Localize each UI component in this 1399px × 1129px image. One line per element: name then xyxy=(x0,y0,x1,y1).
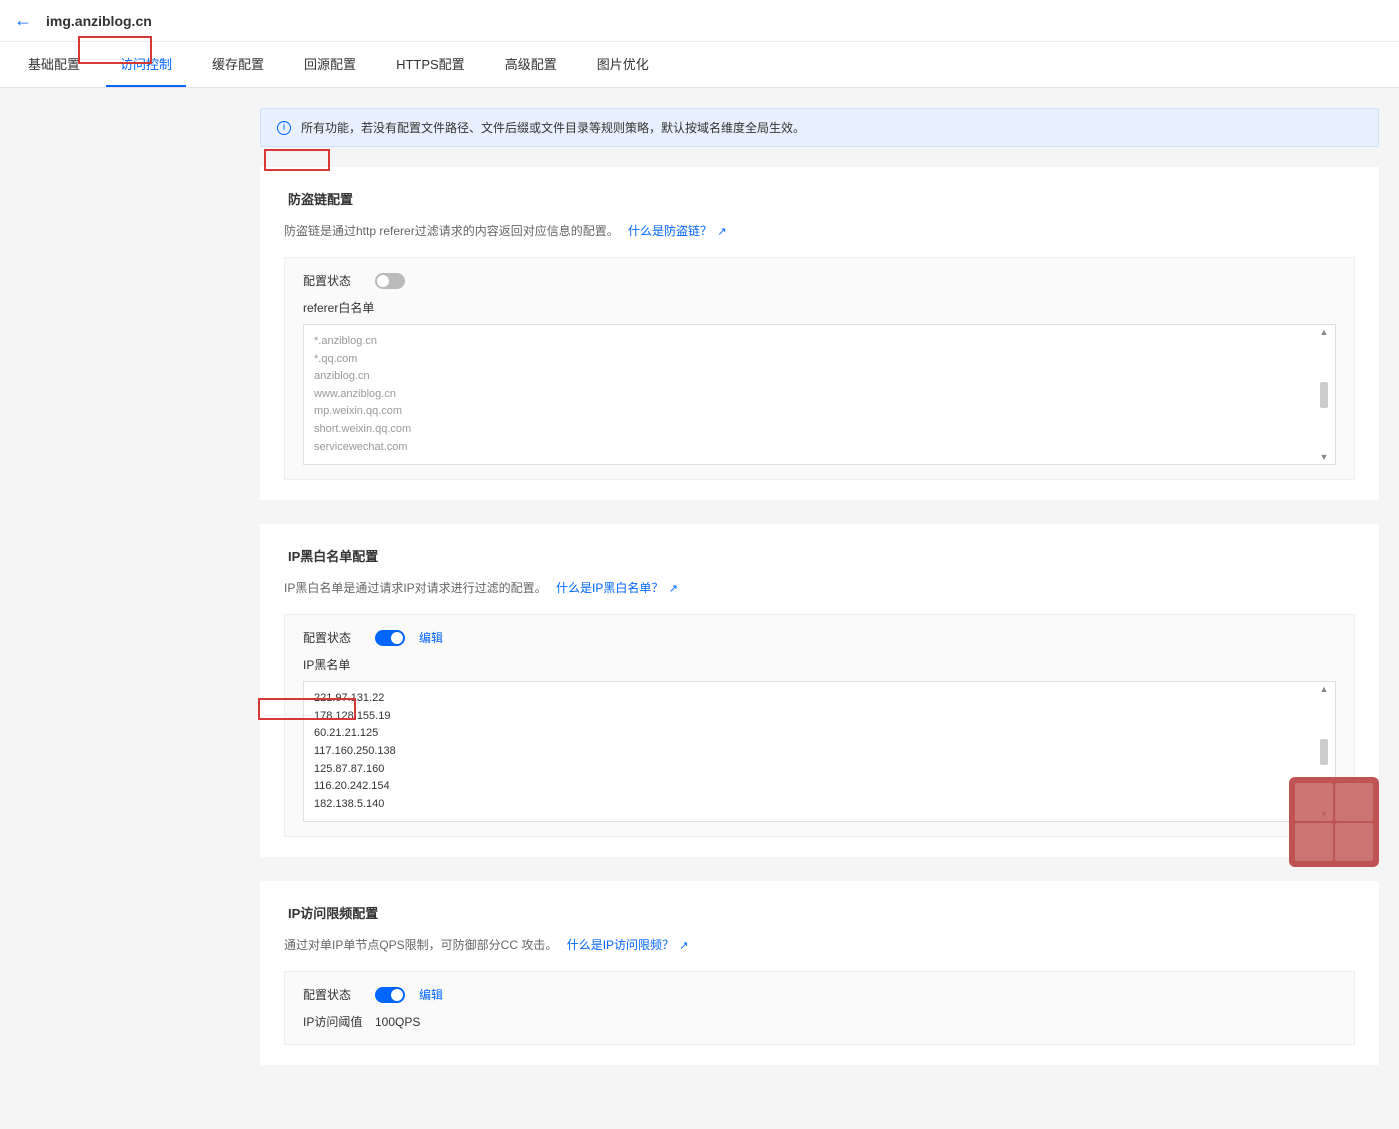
ipbw-edit-link[interactable]: 编辑 xyxy=(419,629,443,646)
scroll-up-icon[interactable]: ▲ xyxy=(1320,682,1329,696)
config-tabs: 基础配置 访问控制 缓存配置 回源配置 HTTPS配置 高级配置 图片优化 xyxy=(0,42,1399,88)
ratelimit-edit-link[interactable]: 编辑 xyxy=(419,986,443,1003)
watermark-seal xyxy=(1289,777,1379,867)
tab-basic[interactable]: 基础配置 xyxy=(14,42,94,87)
ip-blacklist-box[interactable]: 221.97.131.22 178.128.155.19 60.21.21.12… xyxy=(303,681,1336,822)
hotlink-toggle[interactable] xyxy=(375,273,405,289)
scroll-thumb[interactable] xyxy=(1320,739,1328,765)
ratelimit-status-label: 配置状态 xyxy=(303,986,375,1003)
list-item: 60.21.21.125 xyxy=(314,725,1325,743)
ratelimit-desc: 通过对单IP单节点QPS限制，可防御部分CC 攻击。 什么是IP访问限频？ ↗ xyxy=(284,936,1355,953)
scroll-up-icon[interactable]: ▲ xyxy=(1320,325,1329,339)
external-link-icon: ↗ xyxy=(669,583,678,595)
ratelimit-panel: 配置状态 编辑 IP访问阈值 100QPS xyxy=(284,971,1355,1045)
external-link-icon: ↗ xyxy=(679,940,688,952)
threshold-value: 100QPS xyxy=(375,1015,420,1029)
hotlink-help-link[interactable]: 什么是防盗链？ xyxy=(628,224,712,238)
global-notice: i 所有功能，若没有配置文件路径、文件后缀或文件目录等规则策略，默认按域名维度全… xyxy=(260,108,1379,147)
list-item: 182.138.5.140 xyxy=(314,796,1325,814)
hotlink-sublabel: referer白名单 xyxy=(303,299,1336,316)
referer-whitelist-box[interactable]: *.anziblog.cn *.qq.com anziblog.cn www.a… xyxy=(303,324,1336,465)
list-item: www.anziblog.cn xyxy=(314,386,1325,404)
list-item: *.anziblog.cn xyxy=(314,333,1325,351)
tab-advanced[interactable]: 高级配置 xyxy=(491,42,571,87)
tab-image[interactable]: 图片优化 xyxy=(583,42,663,87)
list-item: mp.weixin.qq.com xyxy=(314,403,1325,421)
tab-origin[interactable]: 回源配置 xyxy=(290,42,370,87)
ipbw-help-link[interactable]: 什么是IP黑白名单？ xyxy=(556,581,663,595)
domain-title: img.anziblog.cn xyxy=(46,13,152,29)
ratelimit-title: IP访问限频配置 xyxy=(284,901,382,924)
ratelimit-help-link[interactable]: 什么是IP访问限频？ xyxy=(567,938,674,952)
list-item: servicewechat.com xyxy=(314,439,1325,457)
tab-cache[interactable]: 缓存配置 xyxy=(198,42,278,87)
ipbw-panel: 配置状态 编辑 IP黑名单 221.97.131.22 178.128.155.… xyxy=(284,614,1355,837)
scrollbar[interactable]: ▲ ▼ xyxy=(1317,325,1331,464)
back-arrow-icon[interactable]: ← xyxy=(14,10,32,31)
list-item: 116.20.242.154 xyxy=(314,778,1325,796)
list-item: *.qq.com xyxy=(314,351,1325,369)
list-item: 178.128.155.19 xyxy=(314,708,1325,726)
ipbw-toggle[interactable] xyxy=(375,630,405,646)
highlight-hotlink xyxy=(264,149,330,171)
page-header: ← img.anziblog.cn xyxy=(0,0,1399,42)
ipbw-sublabel: IP黑名单 xyxy=(303,656,1336,673)
notice-text: 所有功能，若没有配置文件路径、文件后缀或文件目录等规则策略，默认按域名维度全局生… xyxy=(301,119,805,136)
hotlink-title: 防盗链配置 xyxy=(284,187,357,210)
hotlink-desc: 防盗链是通过http referer过滤请求的内容返回对应信息的配置。 什么是防… xyxy=(284,222,1355,239)
hotlink-card: 防盗链配置 防盗链是通过http referer过滤请求的内容返回对应信息的配置… xyxy=(260,167,1379,500)
hotlink-status-label: 配置状态 xyxy=(303,272,375,289)
ratelimit-toggle[interactable] xyxy=(375,987,405,1003)
list-item: 117.160.250.138 xyxy=(314,743,1325,761)
scroll-thumb[interactable] xyxy=(1320,382,1328,408)
ipbw-title: IP黑白名单配置 xyxy=(284,544,382,567)
ratelimit-card: IP访问限频配置 通过对单IP单节点QPS限制，可防御部分CC 攻击。 什么是I… xyxy=(260,881,1379,1065)
list-item: 221.97.131.22 xyxy=(314,690,1325,708)
list-item: short.weixin.qq.com xyxy=(314,421,1325,439)
ipbw-card: IP黑白名单配置 IP黑白名单是通过请求IP对请求进行过滤的配置。 什么是IP黑… xyxy=(260,524,1379,857)
scroll-down-icon[interactable]: ▼ xyxy=(1320,450,1329,464)
threshold-row: IP访问阈值 100QPS xyxy=(303,1013,1336,1030)
list-item: anziblog.cn xyxy=(314,368,1325,386)
list-item: 125.87.87.160 xyxy=(314,761,1325,779)
ipbw-status-label: 配置状态 xyxy=(303,629,375,646)
main-content: i 所有功能，若没有配置文件路径、文件后缀或文件目录等规则策略，默认按域名维度全… xyxy=(0,108,1399,1129)
tab-access-control[interactable]: 访问控制 xyxy=(106,42,186,87)
info-icon: i xyxy=(277,121,291,135)
hotlink-panel: 配置状态 referer白名单 *.anziblog.cn *.qq.com a… xyxy=(284,257,1355,480)
external-link-icon: ↗ xyxy=(717,226,726,238)
tab-https[interactable]: HTTPS配置 xyxy=(382,42,479,87)
ipbw-desc: IP黑白名单是通过请求IP对请求进行过滤的配置。 什么是IP黑白名单？ ↗ xyxy=(284,579,1355,596)
threshold-label: IP访问阈值 xyxy=(303,1013,375,1030)
